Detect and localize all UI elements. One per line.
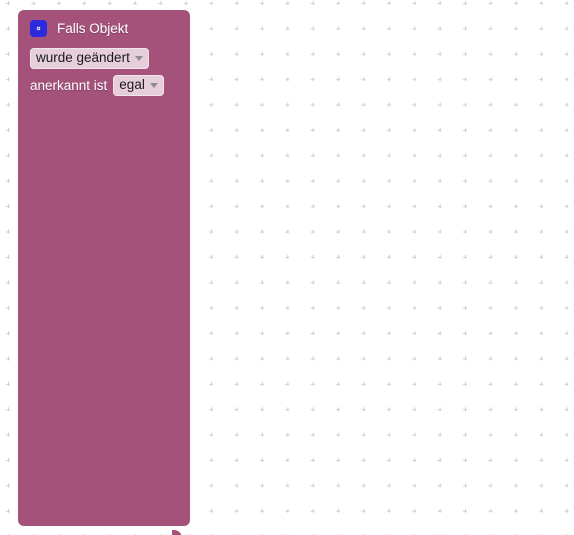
- event-trigger-dropdown[interactable]: wurde geändert: [30, 48, 149, 69]
- event-value-connector: [172, 530, 182, 535]
- event-block-falls-objekt[interactable]: Falls Objekt wurde geändert anerkannt is…: [18, 10, 190, 526]
- chevron-down-icon: [134, 56, 143, 62]
- event-ack-value: egal: [119, 77, 145, 92]
- event-ack-label: anerkannt ist: [30, 77, 108, 93]
- event-ack-row: anerkannt ist egal: [30, 75, 164, 96]
- event-block-title: Falls Objekt: [57, 20, 129, 36]
- event-ack-dropdown[interactable]: egal: [113, 75, 164, 96]
- blockly-workspace[interactable]: Falls Objekt wurde geändert anerkannt is…: [0, 0, 574, 535]
- chevron-down-icon: [149, 83, 158, 89]
- gear-icon[interactable]: [30, 20, 47, 37]
- event-trigger-value: wurde geändert: [36, 50, 130, 65]
- event-block-header: Falls Objekt: [30, 20, 128, 37]
- event-trigger-row: wurde geändert: [30, 48, 149, 69]
